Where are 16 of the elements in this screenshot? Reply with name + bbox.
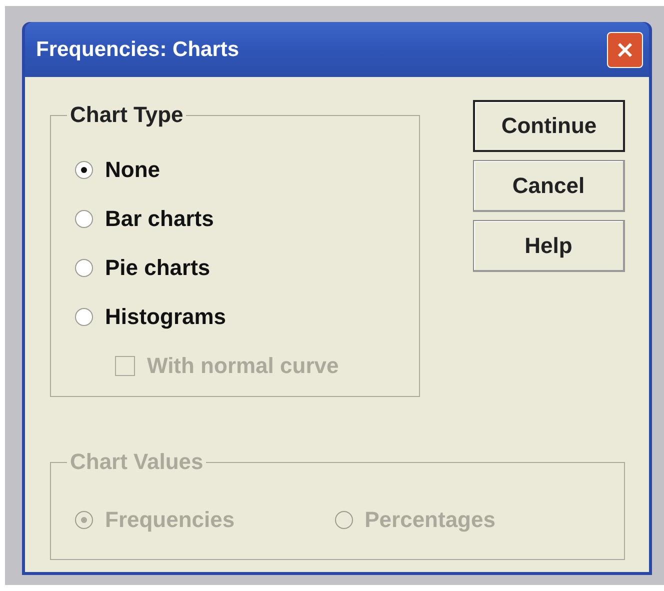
radio-option[interactable]: Pie charts [75, 254, 419, 282]
close-button[interactable] [607, 32, 643, 68]
radio-option[interactable]: Histograms [75, 303, 419, 331]
dialog-button[interactable]: Help [473, 220, 625, 272]
radio-option[interactable]: Bar charts [75, 205, 419, 233]
radio-option[interactable]: None [75, 156, 419, 184]
group-label: Chart Values [69, 449, 204, 475]
dialog-button[interactable]: Cancel [473, 160, 625, 212]
radio-button[interactable] [75, 259, 93, 277]
group-label: Chart Type [69, 102, 184, 128]
radio-button[interactable] [75, 308, 93, 326]
radio-button[interactable] [75, 210, 93, 228]
radio-button[interactable] [75, 161, 93, 179]
dialog-button[interactable]: Continue [473, 100, 625, 152]
close-icon [616, 40, 634, 58]
window-title: Frequencies: Charts [36, 38, 240, 62]
